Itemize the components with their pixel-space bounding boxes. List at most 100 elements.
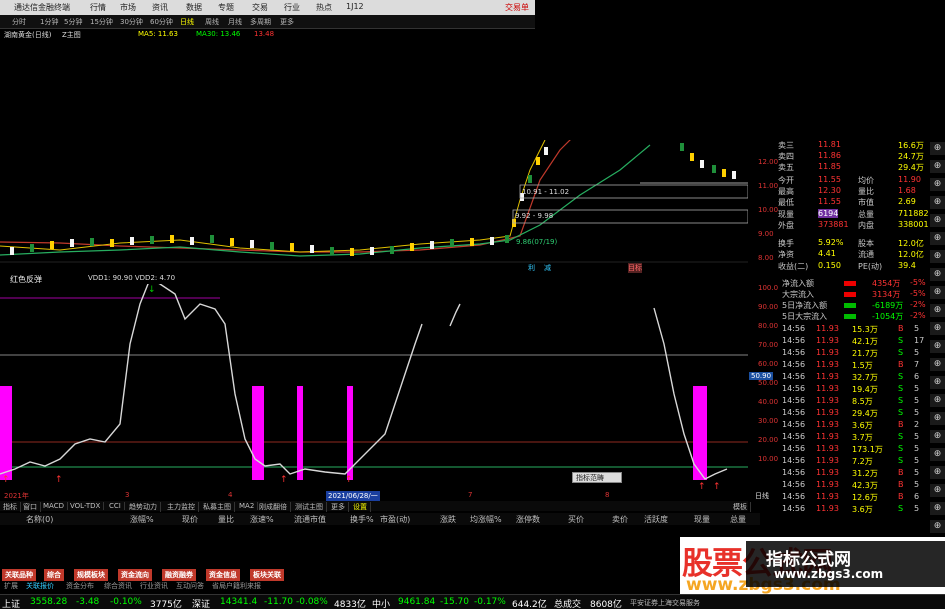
ind-tab[interactable]: 刚成翻倍 bbox=[256, 502, 291, 512]
col-header[interactable]: 涨停数 bbox=[516, 514, 540, 525]
col-header[interactable]: 流通市值 bbox=[294, 514, 326, 525]
side-button[interactable]: ⊕ bbox=[930, 214, 945, 227]
bottom-link[interactable]: 资金分布 bbox=[66, 581, 94, 591]
side-button[interactable]: ⊕ bbox=[930, 340, 945, 353]
col-header[interactable]: 涨速% bbox=[250, 514, 274, 525]
period-btn[interactable]: 30分钟 bbox=[120, 17, 143, 27]
ind-tab[interactable]: 设置 bbox=[350, 502, 371, 512]
menu-item[interactable]: 数据 bbox=[186, 2, 202, 13]
menu-item[interactable]: 行业 bbox=[284, 2, 300, 13]
side-button[interactable]: ⊕ bbox=[930, 430, 945, 443]
col-header[interactable]: 现量 bbox=[694, 514, 710, 525]
side-button[interactable]: ⊕ bbox=[930, 376, 945, 389]
quote-v2: 338001 bbox=[898, 220, 929, 229]
bottom-link[interactable]: 行业资讯 bbox=[140, 581, 168, 591]
side-button[interactable]: ⊕ bbox=[930, 520, 945, 533]
flow-pct: -2% bbox=[910, 311, 926, 320]
ind-tab[interactable]: 更多 bbox=[328, 502, 349, 512]
period-btn[interactable]: 周线 bbox=[205, 17, 219, 27]
menu-item[interactable]: 资讯 bbox=[152, 2, 168, 13]
ind-tab[interactable]: 窗口 bbox=[20, 502, 41, 512]
col-header[interactable]: 买价 bbox=[568, 514, 584, 525]
side-button[interactable]: ⊕ bbox=[930, 160, 945, 173]
side-button[interactable]: ⊕ bbox=[930, 448, 945, 461]
side-button[interactable]: ⊕ bbox=[930, 322, 945, 335]
bottom-link[interactable]: 互动问答 bbox=[176, 581, 204, 591]
col-header[interactable]: 涨幅% bbox=[130, 514, 154, 525]
side-button[interactable]: ⊕ bbox=[930, 412, 945, 425]
col-header[interactable]: 量比 bbox=[218, 514, 234, 525]
side-button[interactable]: ⊕ bbox=[930, 502, 945, 515]
index-name[interactable]: 上证 bbox=[2, 597, 20, 609]
bottom-link[interactable]: 综合资讯 bbox=[104, 581, 132, 591]
bottom-tab[interactable]: 资金信息 bbox=[206, 569, 240, 581]
side-button[interactable]: ⊕ bbox=[930, 232, 945, 245]
menu-item[interactable]: 行情 bbox=[90, 2, 106, 13]
bottom-tab[interactable]: 融资融券 bbox=[162, 569, 196, 581]
ind-tab[interactable]: 测试主图 bbox=[292, 502, 327, 512]
ind-tab[interactable]: VOL-TDX bbox=[67, 502, 105, 510]
period-btn[interactable]: 月线 bbox=[228, 17, 242, 27]
menu-item[interactable]: 交易 bbox=[252, 2, 268, 13]
bottom-tab[interactable]: 综合 bbox=[44, 569, 64, 581]
side-button[interactable]: ⊕ bbox=[930, 394, 945, 407]
ind-tab[interactable]: MACD bbox=[40, 502, 68, 510]
index-name[interactable]: 深证 bbox=[192, 597, 210, 609]
index-name[interactable]: 中小 bbox=[372, 597, 390, 609]
main-chart[interactable] bbox=[0, 140, 748, 270]
quote-price: 11.86 bbox=[818, 151, 841, 160]
bottom-link[interactable]: 关联报价 bbox=[26, 581, 54, 591]
ind-tab[interactable]: MA2 bbox=[236, 502, 259, 510]
ma30-line bbox=[0, 140, 571, 253]
ind-tab[interactable]: CCI bbox=[106, 502, 125, 510]
ind-tab[interactable]: 主力监控 bbox=[164, 502, 199, 512]
menu-item[interactable]: 专题 bbox=[218, 2, 234, 13]
indicator-label[interactable]: Z主图 bbox=[62, 30, 81, 40]
col-header[interactable]: 名称(0) bbox=[26, 514, 53, 525]
col-header[interactable]: 卖价 bbox=[612, 514, 628, 525]
flow-label: 大宗流入 bbox=[782, 290, 814, 299]
period-btn-active[interactable]: 日线 bbox=[180, 17, 194, 27]
menu-item[interactable]: 市场 bbox=[120, 2, 136, 13]
indicator-popup[interactable]: 指标范畴 bbox=[572, 472, 622, 483]
col-header[interactable]: 涨跌 bbox=[440, 514, 456, 525]
period-btn[interactable]: 60分钟 bbox=[150, 17, 173, 27]
ind-tab[interactable]: 趋势动力 bbox=[126, 502, 161, 512]
sub-chart[interactable]: ↓ ↑ ↑ ↑ ↑ ↑ ↑ bbox=[0, 284, 748, 496]
col-header[interactable]: 市盈(动) bbox=[380, 514, 410, 525]
menu-item[interactable]: 热点 bbox=[316, 2, 332, 13]
indicator-tab-bar: 指标 窗口 MACD VOL-TDX CCI 趋势动力 主力监控 私募主图 MA… bbox=[0, 501, 751, 512]
side-button[interactable]: ⊕ bbox=[930, 484, 945, 497]
period-btn[interactable]: 15分钟 bbox=[90, 17, 113, 27]
ind-tab[interactable]: 私募主图 bbox=[200, 502, 235, 512]
period-btn[interactable]: 分时 bbox=[12, 17, 26, 27]
trade-link[interactable]: 交易单 bbox=[505, 2, 529, 13]
side-button[interactable]: ⊕ bbox=[930, 142, 945, 155]
period-btn[interactable]: 1分钟 bbox=[40, 17, 58, 27]
menu-item[interactable]: 1J12 bbox=[346, 2, 364, 11]
side-button[interactable]: ⊕ bbox=[930, 466, 945, 479]
col-header[interactable]: 换手% bbox=[350, 514, 374, 525]
bottom-tab[interactable]: 板块关联 bbox=[250, 569, 284, 581]
bottom-link[interactable]: 省局户籍利来报 bbox=[212, 581, 261, 591]
side-button[interactable]: ⊕ bbox=[930, 196, 945, 209]
col-header[interactable]: 均涨幅% bbox=[470, 514, 502, 525]
side-button[interactable]: ⊕ bbox=[930, 268, 945, 281]
side-button[interactable]: ⊕ bbox=[930, 358, 945, 371]
side-button[interactable]: ⊕ bbox=[930, 178, 945, 191]
side-button[interactable]: ⊕ bbox=[930, 304, 945, 317]
bottom-link[interactable]: 扩展 bbox=[4, 581, 18, 591]
side-button[interactable]: ⊕ bbox=[930, 250, 945, 263]
col-header[interactable]: 现价 bbox=[182, 514, 198, 525]
bottom-tab[interactable]: 关联品种 bbox=[2, 569, 36, 581]
bottom-tab[interactable]: 规模板块 bbox=[74, 569, 108, 581]
tick-price: 11.93 bbox=[816, 420, 839, 429]
period-btn[interactable]: 多周期 bbox=[250, 17, 271, 27]
col-header[interactable]: 活跃度 bbox=[644, 514, 668, 525]
side-button[interactable]: ⊕ bbox=[930, 286, 945, 299]
col-header[interactable]: 总量 bbox=[730, 514, 746, 525]
bottom-tab[interactable]: 资金流向 bbox=[118, 569, 152, 581]
ind-tab[interactable]: 指标 bbox=[0, 502, 21, 512]
period-btn[interactable]: 5分钟 bbox=[64, 17, 82, 27]
period-btn[interactable]: 更多 bbox=[280, 17, 294, 27]
